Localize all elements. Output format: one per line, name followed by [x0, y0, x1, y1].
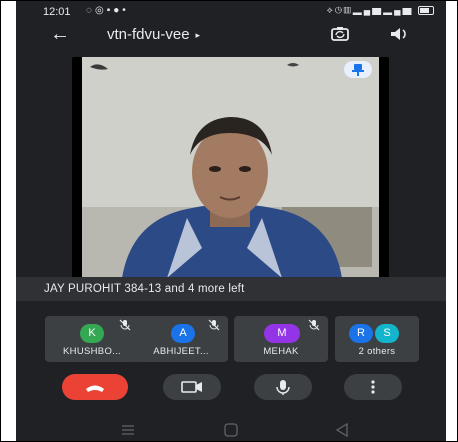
phone-hangup-icon — [86, 385, 104, 392]
switch-camera-icon[interactable] — [329, 25, 351, 43]
screenshot-frame: 12:01 ◌◎▪●• ⟡◷▥▂▄▆▂▄▆ ← vtn-fdvu-vee ▸ J… — [0, 0, 458, 442]
vibrate-icon: ⟡ — [326, 5, 335, 15]
video-frame-illustration — [82, 57, 379, 278]
battery-icon — [418, 6, 434, 16]
chat-icon: ● — [113, 5, 123, 16]
signal-icon: ▂▄▆ — [352, 5, 384, 15]
more-options-button[interactable] — [344, 374, 402, 400]
alarm-icon: ◷ — [334, 5, 344, 15]
participant-tile[interactable]: A ABHIJEET... — [134, 316, 228, 362]
volte-icon: ▥ — [343, 5, 353, 15]
menu-icon[interactable] — [122, 425, 134, 435]
mic-icon — [276, 380, 290, 395]
participant-name: ABHIJEET... — [153, 346, 209, 357]
participants-left-text: JAY PUROHIT 384-13 and 4 more left — [44, 283, 245, 295]
home-square-icon[interactable] — [224, 423, 238, 437]
mic-off-icon — [308, 319, 320, 331]
participant-video — [82, 57, 379, 278]
back-triangle-icon[interactable] — [335, 422, 348, 438]
arrow-back-icon[interactable]: ← — [50, 24, 70, 44]
participant-tile[interactable]: M MEHAK — [234, 316, 328, 362]
meeting-code-title[interactable]: vtn-fdvu-vee ▸ — [107, 26, 200, 43]
status-bar: 12:01 ◌◎▪●• ⟡◷▥▂▄▆▂▄▆ — [16, 1, 446, 23]
participant-tile-others[interactable]: R S 2 others — [335, 316, 419, 362]
meeting-code: vtn-fdvu-vee — [107, 26, 190, 43]
system-navigation-bar — [16, 419, 446, 441]
more-vert-icon — [371, 380, 375, 394]
signal-icon: ▂▄▆ — [383, 5, 414, 15]
circle-notification-icon: ◌ — [86, 5, 95, 16]
main-video-feed[interactable] — [72, 57, 389, 278]
chevron-right-icon: ▸ — [195, 29, 201, 40]
participants-left-banner: JAY PUROHIT 384-13 and 4 more left — [16, 277, 446, 301]
avatar: S — [375, 324, 399, 343]
dot-icon: • — [122, 5, 129, 16]
participant-name: MEHAK — [263, 346, 299, 357]
avatar: A — [171, 324, 195, 343]
status-time: 12:01 — [43, 6, 71, 18]
status-right-icons: ⟡◷▥▂▄▆▂▄▆ — [327, 5, 434, 16]
pin-glyph — [352, 64, 364, 76]
nav-buttons — [122, 422, 348, 438]
participant-name: KHUSHBO... — [63, 346, 121, 357]
app-bar: ← vtn-fdvu-vee ▸ — [16, 23, 446, 49]
volume-icon[interactable] — [388, 25, 410, 43]
whatsapp-icon: ◎ — [94, 5, 107, 16]
avatar: K — [80, 324, 104, 343]
end-call-button[interactable] — [62, 374, 128, 400]
status-left-icons: ◌◎▪●• — [86, 5, 129, 16]
mic-toggle-button[interactable] — [254, 374, 312, 400]
avatar: R — [349, 324, 373, 343]
pin-icon[interactable] — [344, 61, 372, 78]
participant-name: 2 others — [358, 346, 396, 357]
participant-tile[interactable]: K KHUSHBO... — [45, 316, 139, 362]
avatar: M — [264, 324, 300, 343]
meet-screen: 12:01 ◌◎▪●• ⟡◷▥▂▄▆▂▄▆ ← vtn-fdvu-vee ▸ J… — [16, 1, 446, 441]
mic-off-icon — [119, 319, 131, 331]
videocam-icon — [181, 381, 202, 393]
camera-toggle-button[interactable] — [163, 374, 221, 400]
mic-off-icon — [208, 319, 220, 331]
